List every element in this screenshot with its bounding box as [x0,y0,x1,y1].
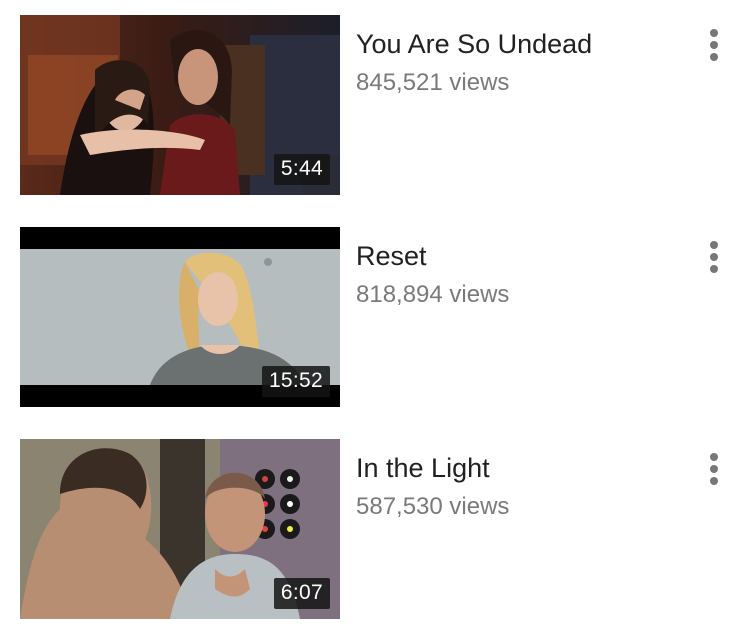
video-duration-badge: 6:07 [273,578,330,609]
video-title[interactable]: In the Light [356,453,490,484]
video-thumbnail[interactable]: 5:44 [20,15,340,195]
video-title[interactable]: Reset [356,241,427,272]
video-thumbnail[interactable]: 15:52 [20,227,340,407]
video-view-count: 818,894 views [356,281,510,308]
video-duration-badge: 15:52 [261,366,330,397]
video-thumbnail[interactable]: 6:07 [20,439,340,619]
video-title[interactable]: You Are So Undead [356,29,592,60]
more-vert-icon[interactable] [700,451,728,491]
video-view-count: 587,530 views [356,493,510,520]
video-list-item[interactable]: 15:52 Reset 818,894 views [0,227,739,409]
more-vert-icon[interactable] [700,27,728,67]
video-duration-badge: 5:44 [273,154,330,185]
video-list-item[interactable]: 6:07 In the Light 587,530 views [0,439,739,621]
video-view-count: 845,521 views [356,69,510,96]
video-list-item[interactable]: 5:44 You Are So Undead 845,521 views [0,15,739,197]
more-vert-icon[interactable] [700,239,728,279]
